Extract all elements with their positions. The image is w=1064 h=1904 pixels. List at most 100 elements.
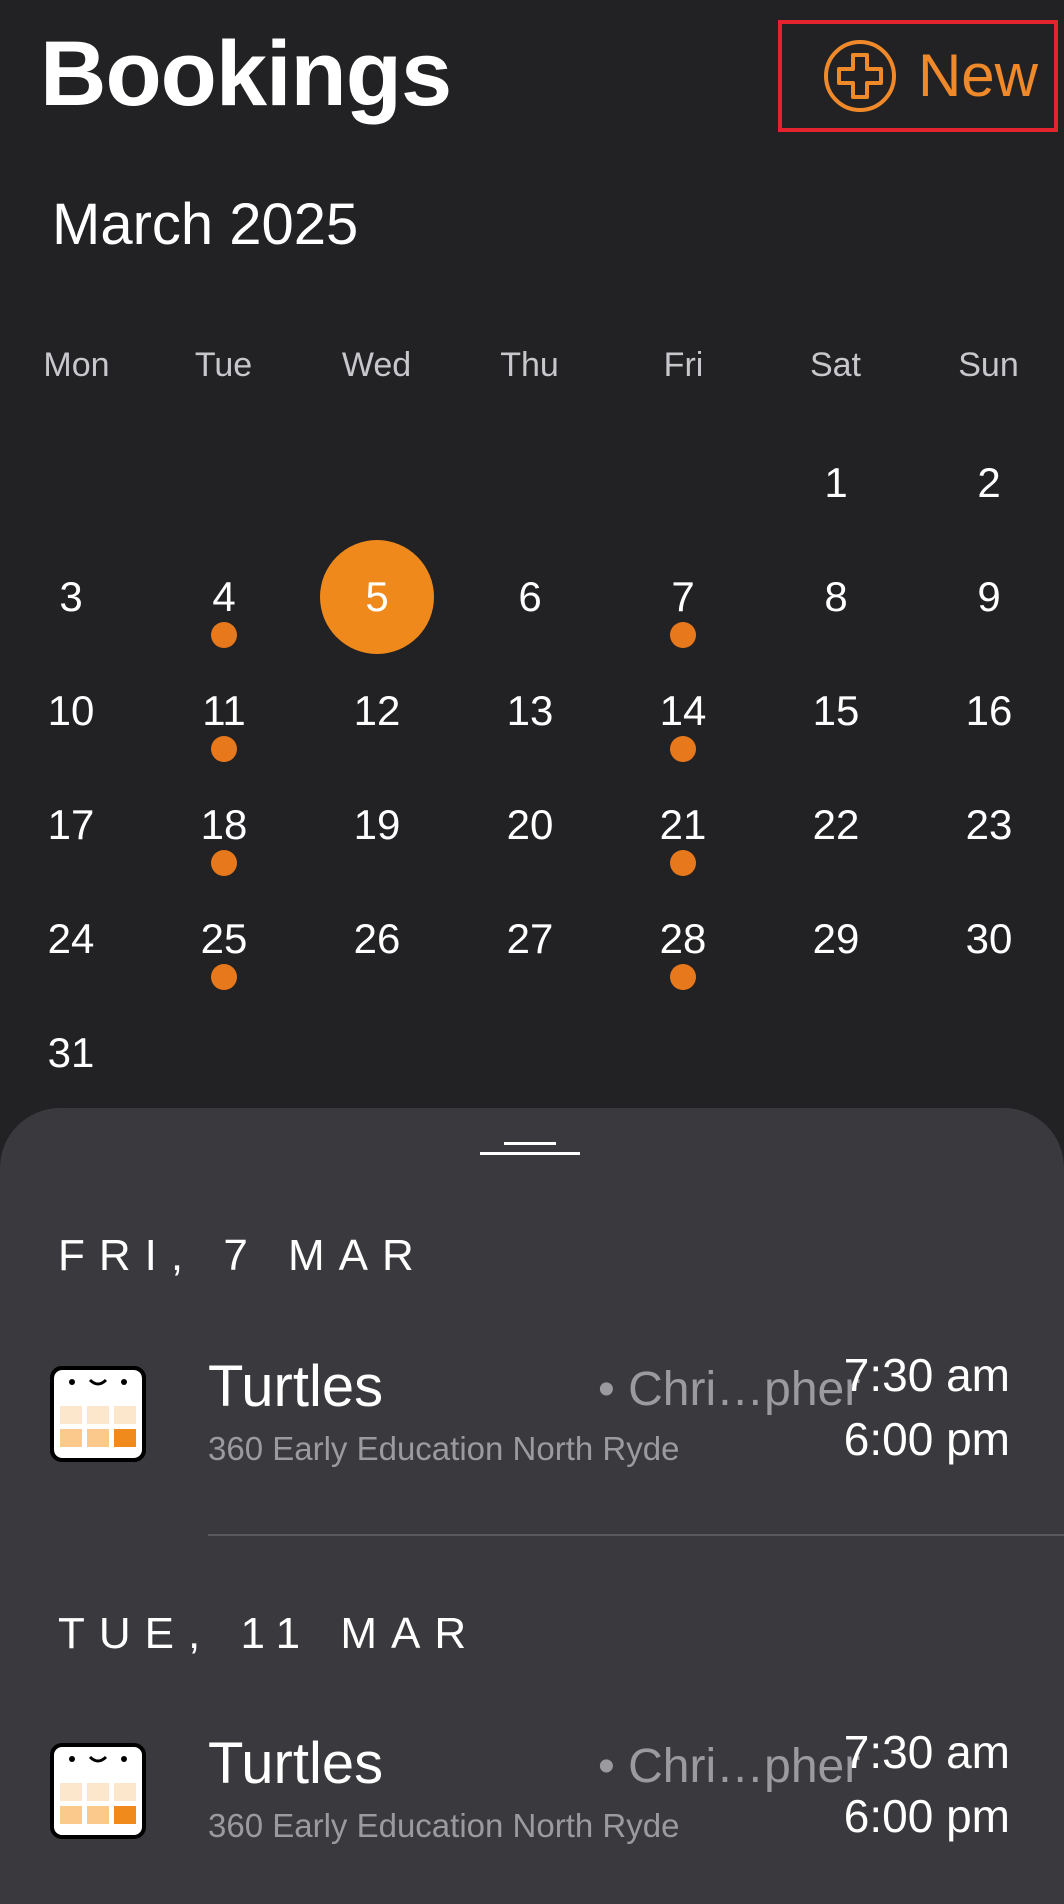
calendar-day-number: 15: [812, 687, 860, 734]
booking-location: 360 Early Education North Ryde: [208, 1430, 680, 1467]
calendar-day[interactable]: 1: [779, 426, 893, 540]
calendar-day[interactable]: 30: [932, 882, 1046, 996]
booking-start-time: 7:30 am: [843, 1349, 1010, 1401]
calendar-day[interactable]: 18: [167, 768, 281, 882]
weekday-label: Sat: [809, 346, 862, 384]
divider: [208, 1534, 1064, 1536]
calendar-day[interactable]: 22: [779, 768, 893, 882]
calendar-day-number: 2: [977, 459, 1001, 506]
calendar-day-number: 12: [353, 687, 401, 734]
calendar-day-number: 14: [659, 687, 707, 734]
calendar-day[interactable]: 8: [779, 540, 893, 654]
booking-room: Turtles: [208, 1354, 384, 1419]
month-label: March 2025: [52, 192, 359, 257]
calendar-day-number: 3: [59, 573, 83, 620]
calendar-day-number: 19: [353, 801, 401, 848]
booking-indicator-dot: [211, 622, 237, 648]
calendar-day[interactable]: 6: [473, 540, 587, 654]
calendar-day-number: 4: [212, 573, 236, 620]
calendar-day[interactable]: 16: [932, 654, 1046, 768]
weekday-label: Mon: [43, 346, 110, 384]
calendar-day-number: 27: [506, 915, 554, 962]
calendar-day-number: 30: [965, 915, 1013, 962]
calendar-day[interactable]: 17: [14, 768, 128, 882]
calendar-day[interactable]: 29: [779, 882, 893, 996]
booking-indicator-dot: [670, 736, 696, 762]
calendar-day[interactable]: 21: [626, 768, 740, 882]
calendar-day-number: 29: [812, 915, 860, 962]
booking-item[interactable]: Turtles • Chri…pher 360 Early Education …: [0, 1336, 1064, 1476]
calendar-day-number: 21: [659, 801, 707, 848]
calendar-day[interactable]: 26: [320, 882, 434, 996]
header: Bookings New: [0, 0, 1064, 160]
date-header: FRI, 7 MAR: [58, 1231, 428, 1280]
calendar-day[interactable]: 31: [14, 996, 128, 1110]
calendar-day-number: 6: [518, 573, 542, 620]
calendar-day[interactable]: 15: [779, 654, 893, 768]
booking-item[interactable]: Turtles • Chri…pher 360 Early Education …: [0, 1713, 1064, 1853]
booking-room: Turtles: [208, 1731, 384, 1796]
calendar-day[interactable]: 7: [626, 540, 740, 654]
calendar-day-number: 11: [202, 687, 246, 734]
booking-indicator-dot: [670, 622, 696, 648]
booking-indicator-dot: [211, 850, 237, 876]
booking-educator: • Chri…pher: [598, 1740, 861, 1793]
calendar-day-number: 10: [47, 687, 95, 734]
calendar-day-number: 16: [965, 687, 1013, 734]
booking-indicator-dot: [211, 736, 237, 762]
calendar-day[interactable]: 19: [320, 768, 434, 882]
weekday-label: Sun: [958, 346, 1019, 384]
calendar-day-number: 1: [824, 459, 848, 506]
calendar-day-number: 31: [47, 1029, 95, 1076]
calendar-day[interactable]: 13: [473, 654, 587, 768]
sheet-drag-handle[interactable]: [480, 1142, 580, 1156]
calendar-day[interactable]: 11: [167, 654, 281, 768]
weekday-header: Mon Tue Wed Thu Fri Sat Sun: [0, 346, 1064, 390]
calendar-day[interactable]: 20: [473, 768, 587, 882]
booking-start-time: 7:30 am: [843, 1726, 1010, 1778]
calendar-day-number: 20: [506, 801, 554, 848]
page-title: Bookings: [40, 23, 452, 125]
calendar-day[interactable]: 12: [320, 654, 434, 768]
calendar-icon: [50, 1743, 146, 1839]
calendar-day[interactable]: 14: [626, 654, 740, 768]
calendar-day-number: 7: [671, 573, 695, 620]
calendar-day-number: 8: [824, 573, 848, 620]
calendar-day[interactable]: 24: [14, 882, 128, 996]
calendar-day-number: 28: [659, 915, 707, 962]
calendar-day-number: 17: [47, 801, 95, 848]
weekday-label: Wed: [341, 346, 412, 384]
calendar-day[interactable]: 3: [14, 540, 128, 654]
calendar-day[interactable]: 2: [932, 426, 1046, 540]
calendar-day-selected[interactable]: 5: [320, 540, 434, 654]
booking-indicator-dot: [670, 850, 696, 876]
calendar-day-number: 13: [506, 687, 554, 734]
booking-end-time: 6:00 pm: [843, 1413, 1010, 1465]
new-button-label: New: [917, 42, 1038, 109]
new-booking-button[interactable]: New: [778, 20, 1058, 132]
booking-location: 360 Early Education North Ryde: [208, 1807, 680, 1844]
calendar-day[interactable]: 9: [932, 540, 1046, 654]
calendar-day[interactable]: 25: [167, 882, 281, 996]
booking-indicator-dot: [211, 964, 237, 990]
booking-educator: • Chri…pher: [598, 1363, 861, 1416]
weekday-label: Tue: [194, 346, 253, 384]
calendar-day-number: 9: [977, 573, 1001, 620]
calendar-day[interactable]: 10: [14, 654, 128, 768]
calendar-day-number: 23: [965, 801, 1013, 848]
calendar-day[interactable]: 4: [167, 540, 281, 654]
calendar-day-number: 24: [47, 915, 95, 962]
plus-circle-icon: [823, 40, 896, 112]
weekday-label: Thu: [500, 346, 559, 384]
booking-indicator-dot: [670, 964, 696, 990]
calendar-day[interactable]: 27: [473, 882, 587, 996]
calendar-day[interactable]: 28: [626, 882, 740, 996]
calendar-day[interactable]: 23: [932, 768, 1046, 882]
booking-end-time: 6:00 pm: [843, 1790, 1010, 1842]
calendar-day-number: 18: [200, 801, 248, 848]
calendar-icon: [50, 1366, 146, 1462]
calendar-day-number: 22: [812, 801, 860, 848]
calendar-day-number: 26: [353, 915, 401, 962]
calendar-day-number: 5: [365, 573, 389, 620]
weekday-label: Fri: [663, 346, 704, 384]
